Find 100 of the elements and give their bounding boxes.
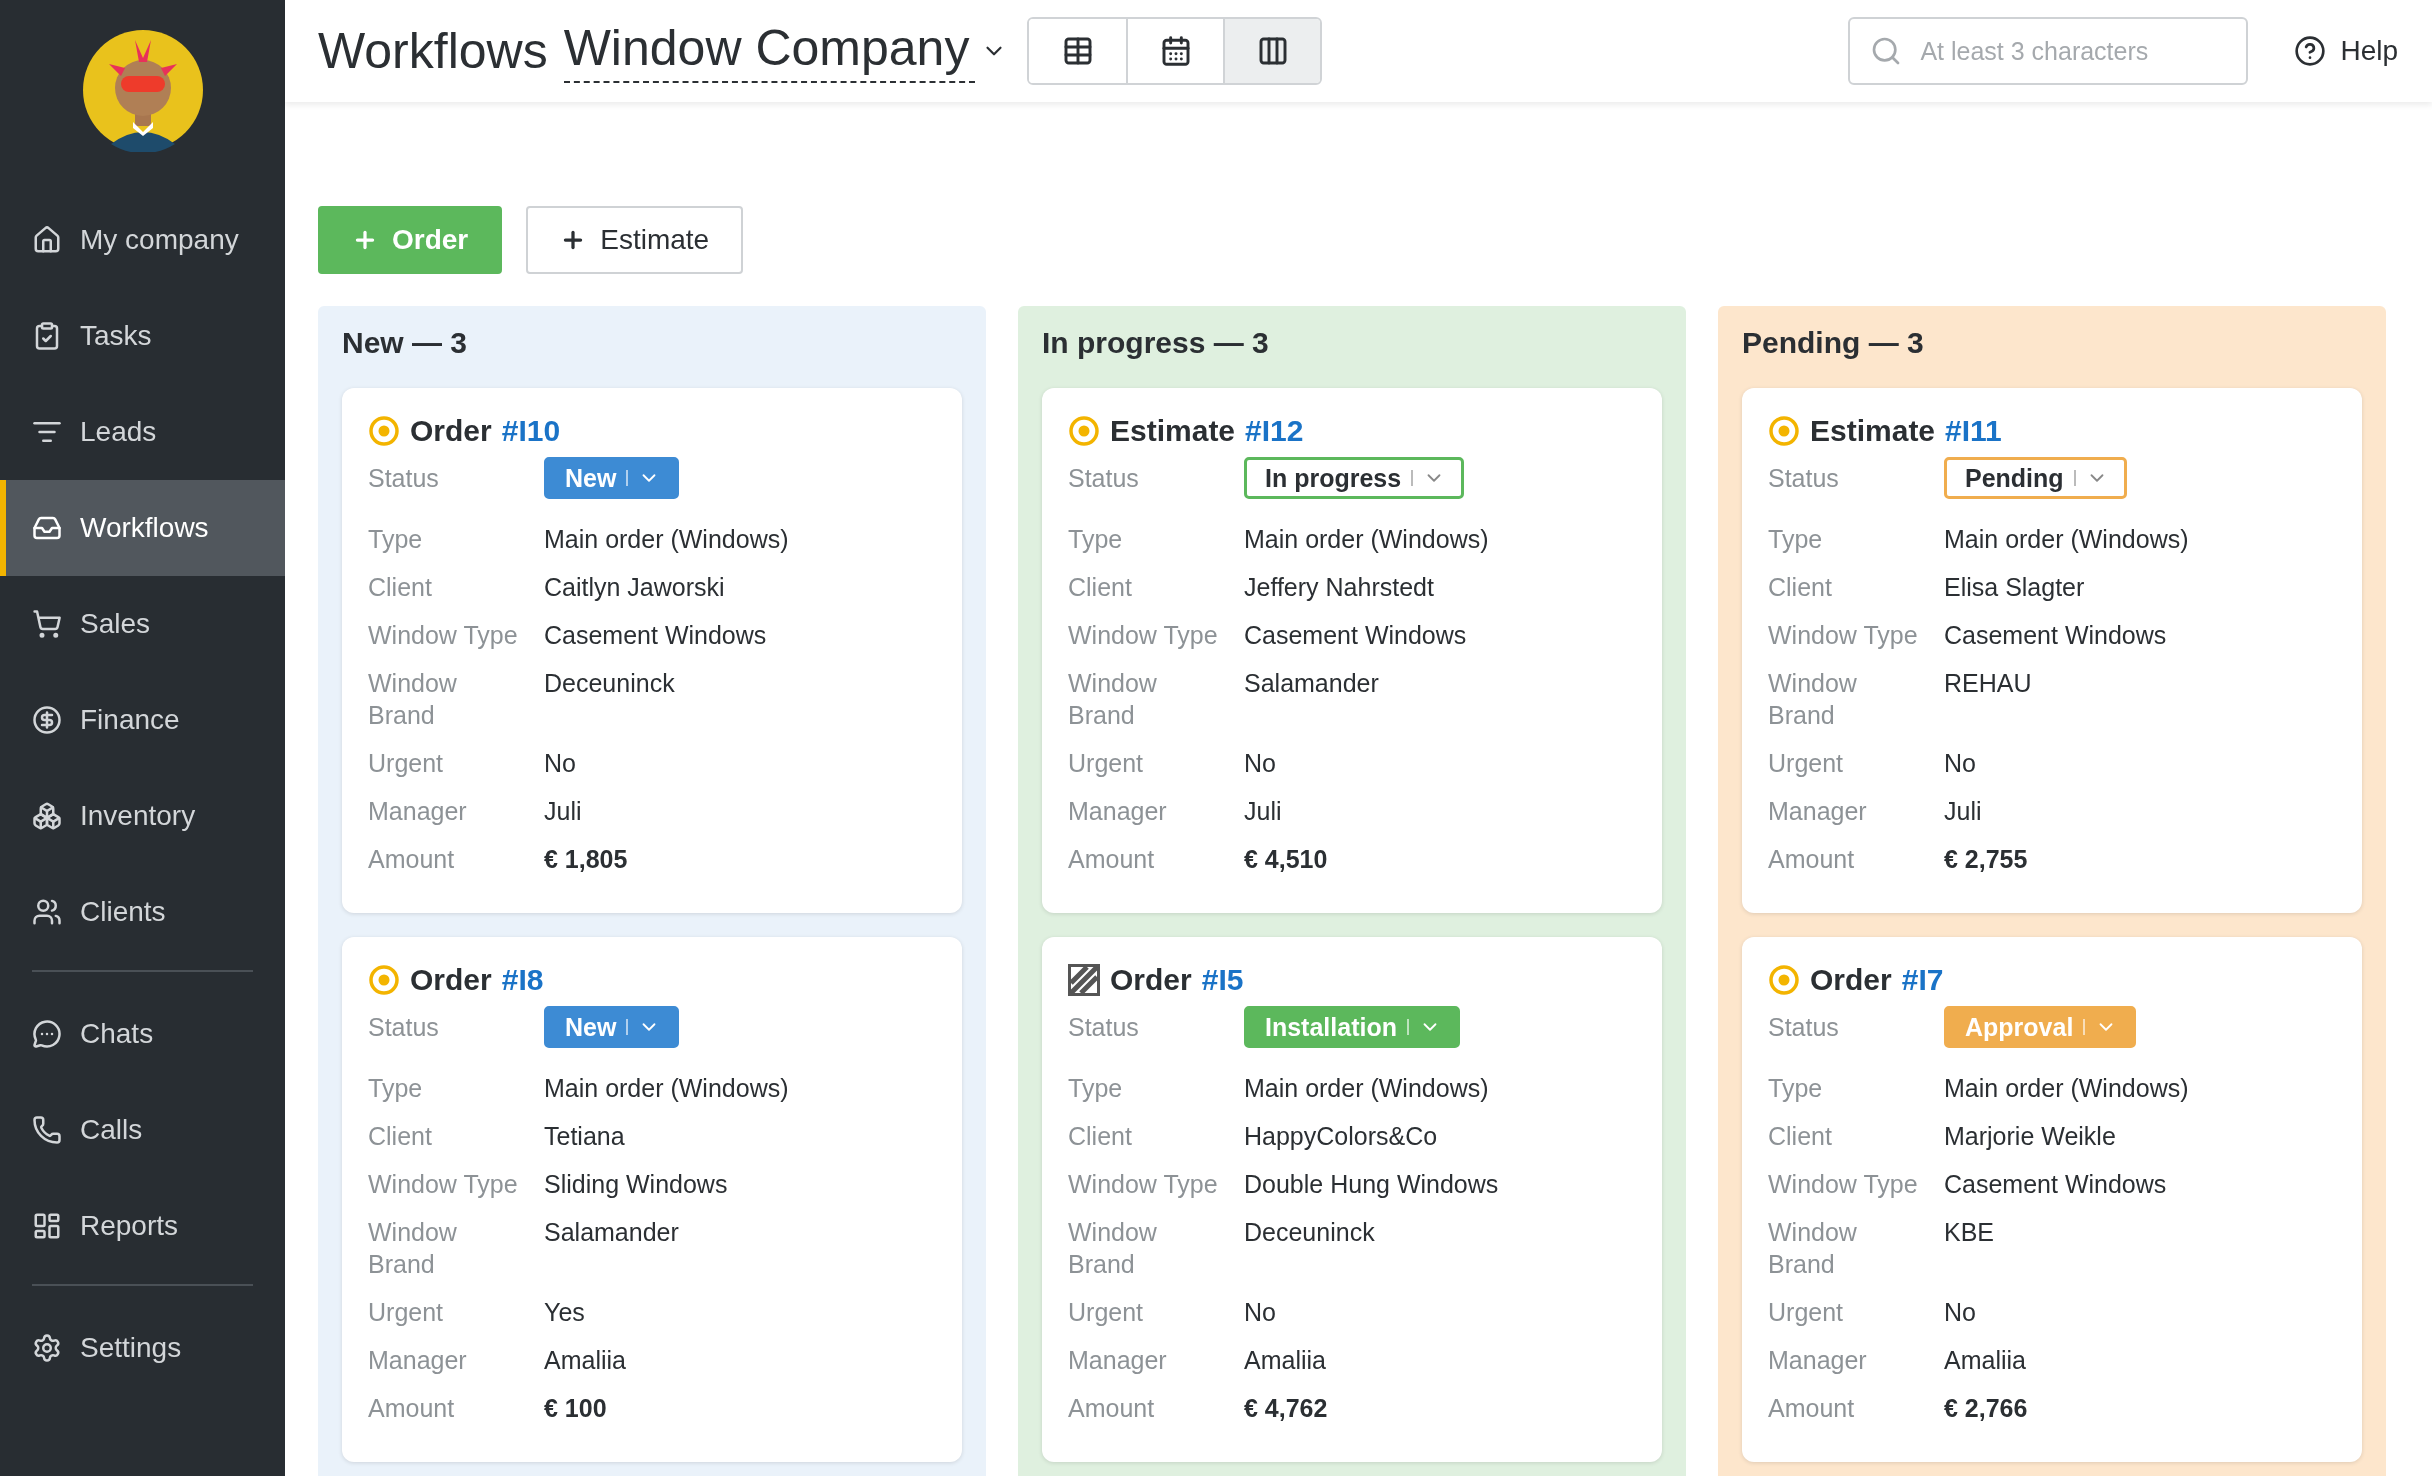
field-label: Window Type [1768, 620, 1919, 651]
nav-item[interactable]: Settings [0, 1300, 285, 1396]
field-value: Casement Windows [544, 620, 768, 651]
card-title: Order [1110, 963, 1192, 997]
field-value: Juli [1944, 796, 1983, 827]
field-value: Elisa Slagter [1944, 572, 2086, 603]
house-icon [32, 225, 62, 255]
field-value: Tetiana [544, 1121, 626, 1152]
chat-icon [32, 1019, 62, 1049]
field-value: Amaliia [544, 1345, 627, 1376]
card-title: Estimate [1810, 414, 1936, 448]
field-label: Urgent [368, 1297, 445, 1328]
status-dropdown[interactable]: New [544, 1006, 680, 1048]
field-value: Marjorie Weikle [1944, 1121, 2117, 1152]
field-label: Manager [368, 796, 468, 827]
card-number-link[interactable]: #I12 [1245, 414, 1304, 448]
field-label: Client [368, 572, 433, 603]
nav-item[interactable]: Chats [0, 986, 285, 1082]
company-selector[interactable]: Window Company [563, 19, 976, 83]
status-dropdown[interactable]: New [544, 457, 680, 499]
nav-item[interactable]: Calls [0, 1082, 285, 1178]
field-value: Salamander [1244, 668, 1380, 699]
field-label: Status [368, 1012, 440, 1043]
field-label: Window Type [368, 620, 519, 651]
field-label: Type [1068, 524, 1124, 555]
card-title: Order [1810, 963, 1892, 997]
field-label: Status [1768, 463, 1840, 494]
add-button[interactable]: Estimate [526, 206, 744, 274]
field-label: Window Brand [368, 1217, 458, 1280]
nav-item[interactable]: Reports [0, 1178, 285, 1274]
users-icon [32, 897, 62, 927]
boxes-icon [32, 801, 62, 831]
field-value: Casement Windows [1944, 620, 2168, 651]
field-value: Main order (Windows) [1244, 1073, 1490, 1104]
field-value: Amaliia [1244, 1345, 1327, 1376]
field-label: Client [1768, 572, 1833, 603]
search-field[interactable]: At least 3 characters [1848, 17, 2249, 85]
page-title: Workflows [318, 22, 548, 80]
field-value: Deceuninck [1244, 1217, 1376, 1248]
field-label: Status [1768, 1012, 1840, 1043]
field-label: Status [1068, 1012, 1140, 1043]
column-title: In progress — 3 [1042, 326, 1270, 360]
nav-item[interactable]: Leads [0, 384, 285, 480]
board-view-button[interactable] [1223, 19, 1321, 83]
card-number-link[interactable]: #I8 [501, 963, 544, 997]
settings-icon [32, 1333, 62, 1363]
field-value: Caitlyn Jaworski [544, 572, 726, 603]
workflow-card[interactable]: Estimate #I12 Status In progress Type Main order (Windows) Client Jeffery Nahrstedt Window Type Casement Windows Window Brand Salamander Urgent No Manager Juli Amount € 4,510 [1042, 388, 1662, 913]
field-value: € 2,766 [1944, 1393, 2029, 1424]
field-label: Window Type [368, 1169, 519, 1200]
card-number-link[interactable]: #I11 [1945, 414, 2002, 448]
field-label: Type [1768, 524, 1824, 555]
field-value: HappyColors&Co [1244, 1121, 1439, 1152]
card-number-link[interactable]: #I10 [501, 414, 561, 448]
field-label: Window Brand [368, 668, 458, 731]
field-label: Urgent [1068, 1297, 1145, 1328]
field-label: Manager [1068, 796, 1168, 827]
field-label: Status [368, 463, 440, 494]
nav-item[interactable]: Clients [0, 864, 285, 960]
phone-icon [32, 1115, 62, 1145]
field-label: Amount [1068, 1393, 1156, 1424]
card-title: Estimate [1110, 414, 1236, 448]
field-value: Deceuninck [544, 668, 676, 699]
column-title: New — 3 [342, 326, 469, 360]
cart-icon [32, 609, 62, 639]
field-value: REHAU [1944, 668, 2033, 699]
nav-item[interactable]: Sales [0, 576, 285, 672]
nav-item[interactable]: Inventory [0, 768, 285, 864]
field-value: KBE [1944, 1217, 1996, 1248]
nav-item[interactable]: Finance [0, 672, 285, 768]
field-label: Manager [1068, 1345, 1168, 1376]
field-label: Urgent [1768, 748, 1845, 779]
help-icon [2294, 35, 2327, 67]
field-label: Amount [1768, 1393, 1856, 1424]
field-value: Jeffery Nahrstedt [1244, 572, 1435, 603]
workflow-card[interactable]: Estimate #I11 Status Pending Type Main order (Windows) Client Elisa Slagter Window Type Casement Windows Window Brand REHAU Urgent No Manager Juli Amount € 2,755 [1742, 388, 2362, 913]
field-value: Main order (Windows) [1944, 524, 2190, 555]
field-label: Type [1768, 1073, 1824, 1104]
help-link[interactable]: Help [2294, 35, 2398, 67]
workflow-card[interactable]: Order #I8 Status New Type Main order (Windows) Client Tetiana Window Type Sliding Windows Window Brand Salamander Urgent Yes Manager Amaliia Amount € 100 [342, 937, 962, 1462]
card-title: Order [410, 414, 492, 448]
card-number-link[interactable]: #I5 [1201, 963, 1244, 997]
field-value: € 2,755 [1944, 844, 2029, 875]
nav-item[interactable]: My company [0, 192, 285, 288]
field-value: € 4,762 [1244, 1393, 1329, 1424]
field-label: Amount [1068, 844, 1156, 875]
workflow-card[interactable]: Order #I5 Status Installation Type Main order (Windows) Client HappyColors&Co Window Type Double Hung Windows Window Brand Deceuninck Urgent No Manager Amaliia Amount € 4,762 [1042, 937, 1662, 1462]
field-label: Amount [368, 844, 456, 875]
dashboard-icon [32, 1211, 62, 1241]
workflow-card[interactable]: Order #I7 Status Approval Type Main order (Windows) Client Marjorie Weikle Window Type Casement Windows Window Brand KBE Urgent No Manager Amaliia Amount € 2,766 [1742, 937, 2362, 1462]
status-dropdown[interactable]: In progress [1244, 457, 1465, 499]
card-number-link[interactable]: #I7 [1901, 963, 1944, 997]
status-dropdown[interactable]: Pending [1944, 457, 2127, 499]
workflow-card[interactable]: Order #I10 Status New Type Main order (Windows) Client Caitlyn Jaworski Window Type Casement Windows Window Brand Deceuninck Urgent No Manager Juli Amount € 1,805 [342, 388, 962, 913]
nav-item[interactable]: Workflows [0, 480, 285, 576]
nav-item[interactable]: Tasks [0, 288, 285, 384]
field-label: Client [1768, 1121, 1833, 1152]
field-label: Window Brand [1768, 1217, 1858, 1280]
field-value: Amaliia [1944, 1345, 2027, 1376]
field-value: No [1944, 1297, 1977, 1328]
